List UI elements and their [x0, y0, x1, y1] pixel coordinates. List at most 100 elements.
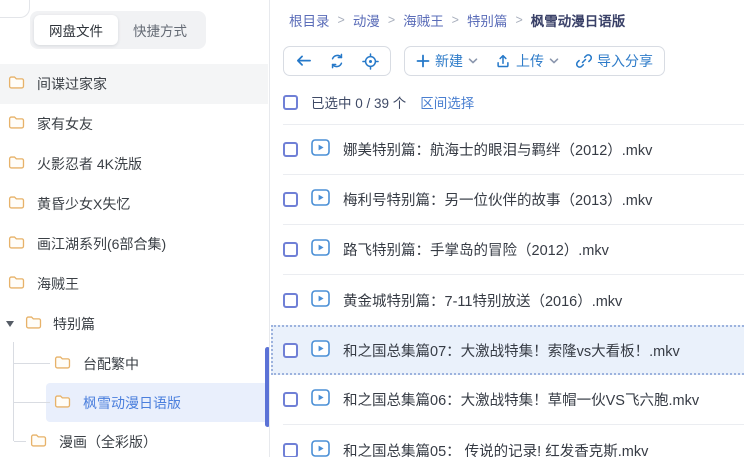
tree-item-label: 枫雪动漫日语版 — [83, 394, 181, 411]
row-checkbox[interactable] — [283, 292, 298, 308]
upload-icon — [497, 54, 509, 68]
breadcrumb-separator: > — [515, 13, 523, 27]
row-checkbox[interactable] — [283, 342, 298, 358]
select-all-checkbox[interactable] — [283, 94, 298, 110]
file-name: 黄金城特别篇：7-11特别放送（2016）.mkv — [343, 293, 623, 310]
breadcrumb: 根目录 > 动漫 > 海贼王 > 特别篇 > 枫雪动漫日语版 — [289, 10, 744, 30]
refresh-button[interactable] — [329, 53, 345, 69]
tree-item-label: 特别篇 — [53, 316, 95, 332]
breadcrumb-current: 枫雪动漫日语版 — [530, 14, 626, 29]
video-file-icon — [311, 189, 330, 210]
tree-connector-line — [13, 342, 14, 441]
tree-item[interactable]: 间谍过家家 — [0, 64, 268, 104]
back-button[interactable] — [295, 54, 312, 67]
file-name: 和之国总集篇07：大激战特集！索隆vs大看板！.mkv — [343, 343, 680, 360]
file-row[interactable]: 梅利号特别篇：另一位伙伴的故事（2013）.mkv — [283, 175, 744, 225]
new-button[interactable]: 新建 — [416, 51, 478, 71]
breadcrumb-separator: > — [387, 13, 396, 27]
folder-icon — [54, 355, 71, 372]
tree-item[interactable]: 画江湖系列(6部合集) — [0, 224, 268, 264]
file-row[interactable]: 黄金城特别篇：7-11特别放送（2016）.mkv — [283, 275, 744, 325]
tab-drive-files[interactable]: 网盘文件 — [34, 15, 118, 45]
tree-connector-line — [14, 402, 50, 403]
plus-icon — [416, 54, 430, 68]
nav-button-group — [283, 46, 391, 76]
sidebar: 网盘文件 快捷方式 间谍过家家 家有女友 火影忍者 4K洗版 黄昏少女X失忆 画… — [0, 0, 270, 457]
upload-button[interactable]: 上传 — [495, 51, 559, 71]
file-row[interactable]: 路飞特别篇：手掌岛的冒险（2012）.mkv — [283, 225, 744, 275]
range-select-link[interactable]: 区间选择 — [420, 92, 474, 112]
tree-item-label: 火影忍者 4K洗版 — [37, 156, 143, 172]
main-panel: 根目录 > 动漫 > 海贼王 > 特别篇 > 枫雪动漫日语版 新建 上传 导入分… — [271, 0, 744, 457]
locate-button[interactable] — [362, 52, 379, 70]
video-file-icon — [311, 139, 330, 160]
tree-item-selected[interactable]: 枫雪动漫日语版 — [46, 383, 268, 422]
selection-count: 已选中 0 / 39 个 — [311, 96, 407, 111]
folder-icon — [54, 394, 71, 411]
folder-icon — [8, 275, 25, 292]
new-button-label: 新建 — [435, 53, 463, 69]
tree-item-label: 画江湖系列(6部合集) — [37, 236, 167, 252]
tree-item[interactable]: 漫画（全彩版） — [0, 422, 268, 457]
tree-item-label: 台配繁中 — [83, 355, 139, 372]
row-checkbox[interactable] — [283, 242, 298, 257]
folder-icon — [8, 115, 25, 132]
breadcrumb-link[interactable]: 特别篇 — [467, 10, 508, 30]
file-row-selected[interactable]: 和之国总集篇07：大激战特集！索隆vs大看板！.mkv — [271, 325, 744, 375]
breadcrumb-link[interactable]: 动漫 — [353, 10, 380, 30]
import-share-button[interactable]: 导入分享 — [576, 51, 653, 71]
arrow-left-icon — [296, 55, 311, 67]
action-button-group: 新建 上传 导入分享 — [404, 46, 665, 76]
link-icon — [576, 54, 592, 68]
breadcrumb-link[interactable]: 海贼王 — [403, 10, 444, 30]
folder-icon — [8, 195, 25, 212]
breadcrumb-link[interactable]: 根目录 — [289, 10, 330, 30]
sidebar-tab-bar: 网盘文件 快捷方式 — [30, 11, 206, 49]
upload-button-label: 上传 — [516, 53, 544, 69]
row-checkbox[interactable] — [283, 392, 298, 407]
file-name: 和之国总集篇05： 传说的记录! 红发香克斯.mkv — [343, 443, 649, 457]
folder-icon — [8, 75, 25, 92]
file-name: 娜美特别篇：航海士的眼泪与羁绊（2012）.mkv — [343, 143, 653, 159]
file-name: 梅利号特别篇：另一位伙伴的故事（2013）.mkv — [343, 193, 653, 209]
file-name: 路飞特别篇：手掌岛的冒险（2012）.mkv — [343, 243, 609, 259]
file-row[interactable]: 娜美特别篇：航海士的眼泪与羁绊（2012）.mkv — [283, 125, 744, 175]
triangle-down-icon[interactable] — [6, 321, 14, 327]
folder-icon — [30, 433, 47, 450]
video-file-icon — [311, 289, 330, 311]
file-name: 和之国总集篇06：大激战特集！草帽一伙VS飞六胞.mkv — [343, 393, 700, 409]
tree-connector-line — [14, 363, 50, 364]
tab-shortcuts[interactable]: 快捷方式 — [118, 15, 202, 45]
tree-item-label: 间谍过家家 — [37, 76, 107, 92]
refresh-icon — [331, 53, 343, 69]
tree-item[interactable]: 火影忍者 4K洗版 — [0, 144, 268, 184]
video-file-icon — [311, 239, 330, 260]
panel-corner-line — [0, 0, 30, 18]
row-checkbox[interactable] — [283, 142, 298, 157]
video-file-icon — [311, 389, 330, 410]
tree-item-label: 黄昏少女X失忆 — [37, 196, 131, 212]
folder-icon — [25, 315, 42, 332]
tree-item-expanded[interactable]: 特别篇 — [0, 304, 268, 344]
folder-tree: 间谍过家家 家有女友 火影忍者 4K洗版 黄昏少女X失忆 画江湖系列(6部合集)… — [0, 64, 268, 457]
file-list: 娜美特别篇：航海士的眼泪与羁绊（2012）.mkv 梅利号特别篇：另一位伙伴的故… — [271, 125, 744, 457]
tree-item[interactable]: 家有女友 — [0, 104, 268, 144]
file-row[interactable]: 和之国总集篇05： 传说的记录! 红发香克斯.mkv — [283, 425, 744, 457]
row-checkbox[interactable] — [283, 192, 298, 207]
video-file-icon — [311, 339, 330, 361]
tree-item[interactable]: 黄昏少女X失忆 — [0, 184, 268, 224]
toolbar: 新建 上传 导入分享 — [283, 46, 744, 76]
import-share-label: 导入分享 — [597, 53, 653, 69]
breadcrumb-separator: > — [451, 13, 459, 27]
tree-item-label: 海贼王 — [37, 276, 79, 292]
chevron-down-icon — [468, 58, 478, 64]
folder-icon — [8, 235, 25, 252]
file-row[interactable]: 和之国总集篇06：大激战特集！草帽一伙VS飞六胞.mkv — [283, 375, 744, 425]
tree-item[interactable]: 海贼王 — [0, 264, 268, 304]
breadcrumb-separator: > — [337, 13, 345, 27]
row-checkbox[interactable] — [283, 442, 298, 457]
selection-bar: 已选中 0 / 39 个 区间选择 — [283, 92, 744, 125]
crosshair-icon — [362, 52, 379, 70]
sidebar-scrollbar-thumb[interactable] — [265, 347, 269, 427]
chevron-down-icon — [549, 58, 559, 64]
